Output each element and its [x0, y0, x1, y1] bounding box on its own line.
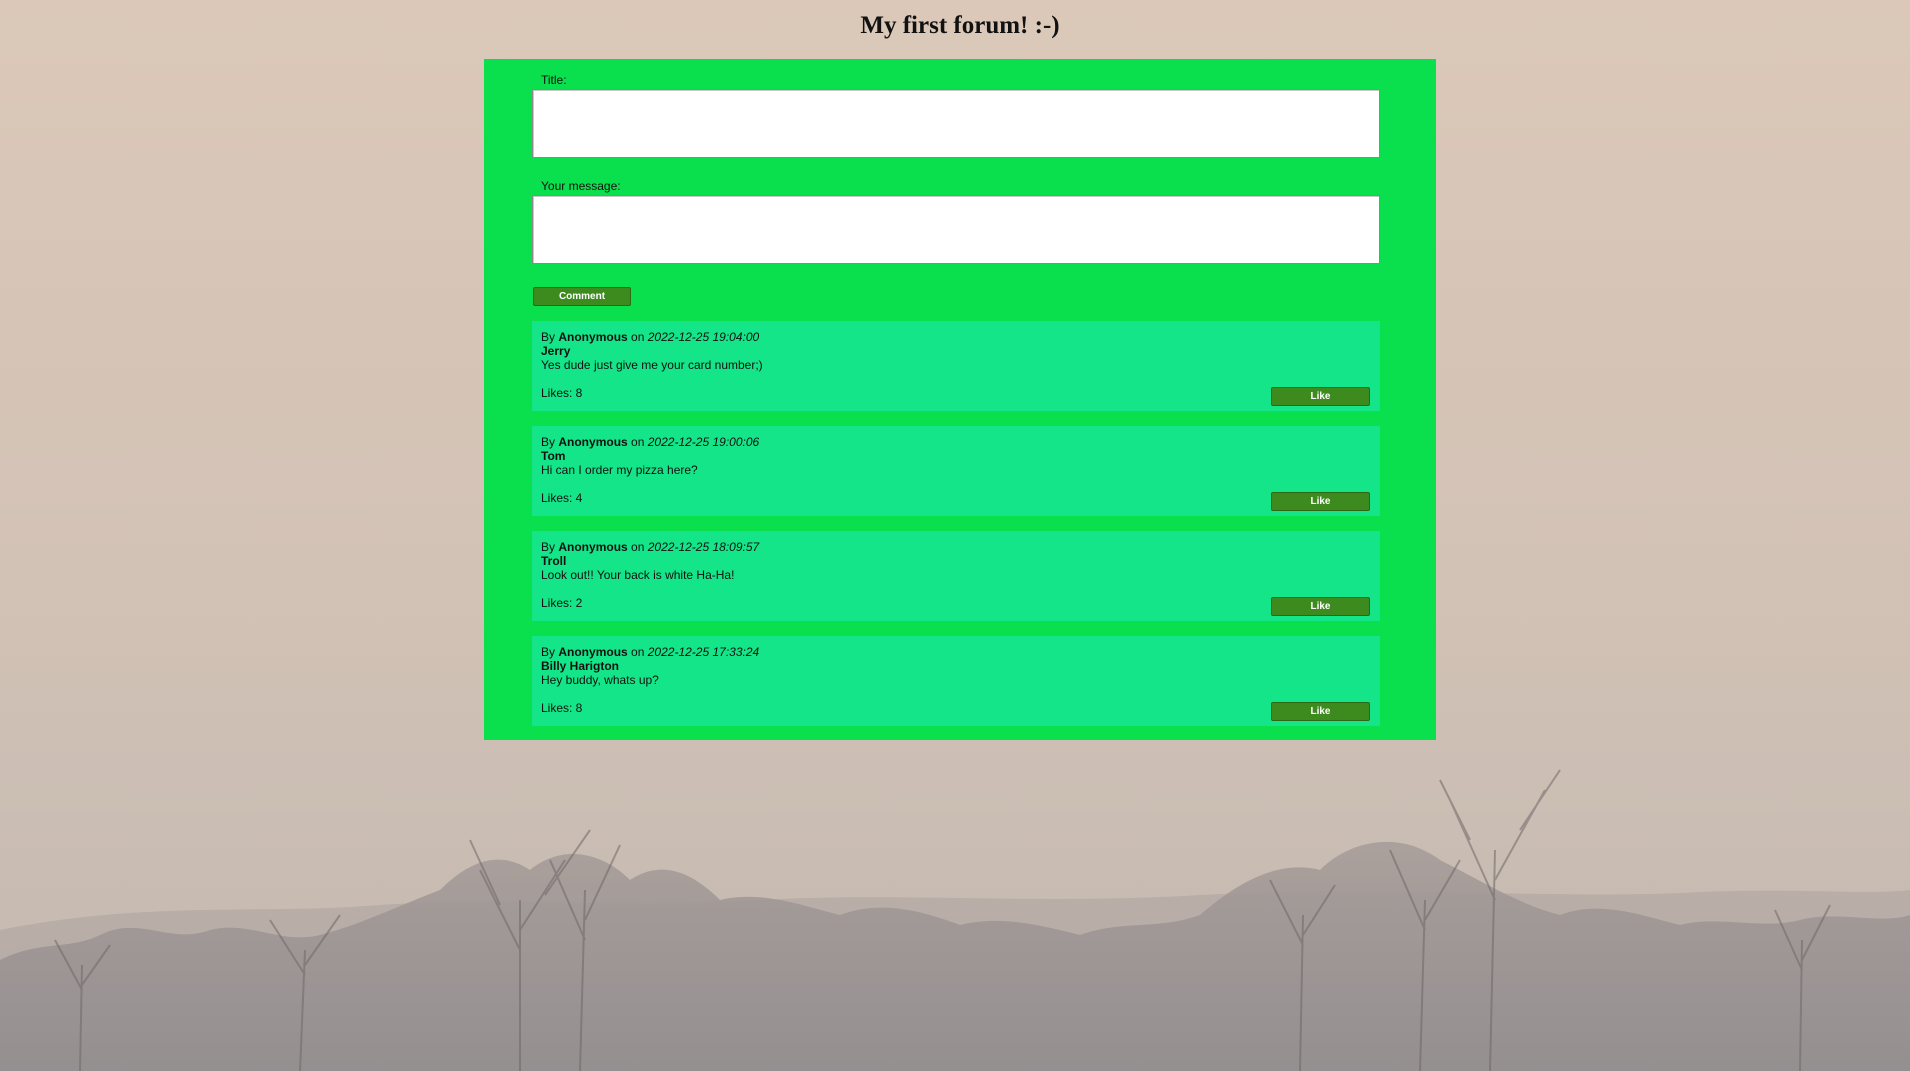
post-timestamp: 2022-12-25 18:09:57	[647, 540, 760, 554]
likes-count: Likes: 2	[541, 596, 583, 610]
post-meta: By Anonymous on 2022-12-25 19:00:06	[541, 435, 759, 449]
post-card: By Anonymous on 2022-12-25 18:09:57 Trol…	[532, 531, 1380, 621]
by-prefix: By	[541, 540, 556, 554]
on-word: on	[631, 435, 645, 449]
post-body: Hi can I order my pizza here?	[541, 463, 698, 477]
like-button[interactable]: Like	[1271, 702, 1370, 721]
post-title: Billy Harigton	[541, 659, 620, 673]
post-body: Look out!! Your back is white Ha-Ha!	[541, 568, 735, 582]
post-meta: By Anonymous on 2022-12-25 18:09:57	[541, 540, 759, 554]
post-author: Anonymous	[558, 540, 628, 554]
by-prefix: By	[541, 435, 556, 449]
forum-panel: Title: Your message: Comment By Anonymou…	[484, 59, 1436, 740]
post-author: Anonymous	[558, 330, 628, 344]
post-body: Yes dude just give me your card number;)	[541, 358, 763, 372]
post-body: Hey buddy, whats up?	[541, 673, 659, 687]
like-button[interactable]: Like	[1271, 492, 1370, 511]
post-author: Anonymous	[558, 645, 628, 659]
post-author: Anonymous	[558, 435, 628, 449]
likes-count: Likes: 8	[541, 386, 583, 400]
post-title: Troll	[541, 554, 567, 568]
post-card: By Anonymous on 2022-12-25 19:04:00 Jerr…	[532, 321, 1380, 411]
post-card: By Anonymous on 2022-12-25 19:00:06 Tom …	[532, 426, 1380, 516]
post-title: Tom	[541, 449, 566, 463]
post-meta: By Anonymous on 2022-12-25 19:04:00	[541, 330, 759, 344]
post-timestamp: 2022-12-25 19:04:00	[647, 330, 760, 344]
likes-count: Likes: 8	[541, 701, 583, 715]
post-card: By Anonymous on 2022-12-25 17:33:24 Bill…	[532, 636, 1380, 726]
on-word: on	[631, 540, 645, 554]
post-title: Jerry	[541, 344, 571, 358]
post-timestamp: 2022-12-25 17:33:24	[647, 645, 760, 659]
by-prefix: By	[541, 330, 556, 344]
post-meta: By Anonymous on 2022-12-25 17:33:24	[541, 645, 759, 659]
by-prefix: By	[541, 645, 556, 659]
like-button[interactable]: Like	[1271, 597, 1370, 616]
on-word: on	[631, 645, 645, 659]
likes-count: Likes: 4	[541, 491, 583, 505]
page-title: My first forum! :-)	[860, 12, 1060, 39]
on-word: on	[631, 330, 645, 344]
title-label: Title:	[541, 73, 567, 87]
comment-button[interactable]: Comment	[533, 287, 631, 306]
like-button[interactable]: Like	[1271, 387, 1370, 406]
message-label: Your message:	[541, 179, 621, 193]
post-timestamp: 2022-12-25 19:00:06	[647, 435, 760, 449]
message-input[interactable]	[532, 195, 1380, 264]
title-input[interactable]	[532, 89, 1380, 158]
